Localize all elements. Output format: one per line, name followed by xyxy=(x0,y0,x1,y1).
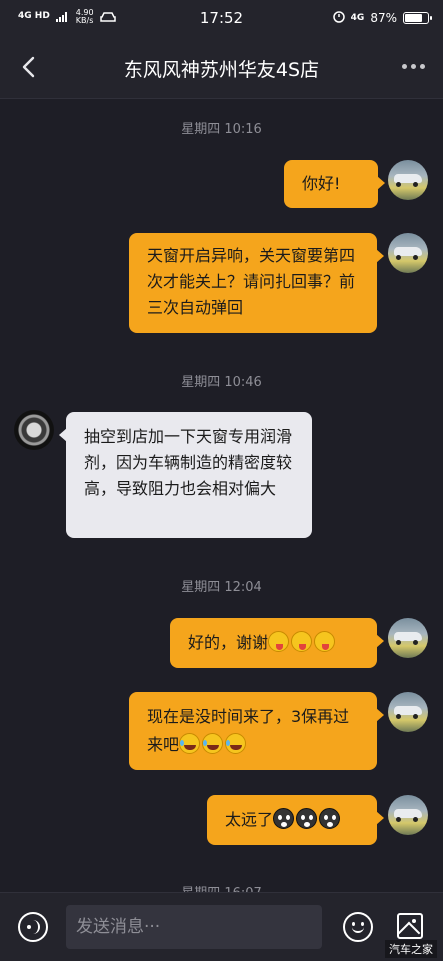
status-bar: 4G HD 4.90 KB/s 17:52 4G 87% xyxy=(0,0,443,36)
status-right: 4G 87% xyxy=(332,9,432,26)
tongue-emoji-icon xyxy=(314,631,336,652)
message-bubble-out[interactable]: 现在是没时间来了，3保再过来吧 xyxy=(129,692,384,770)
tongue-emoji-icon xyxy=(291,631,313,652)
dealer-avatar[interactable] xyxy=(14,410,54,450)
user-avatar[interactable] xyxy=(388,233,428,273)
laugh-cry-emoji-icon xyxy=(225,733,247,754)
message-bubble-out[interactable]: 太远了 xyxy=(207,795,384,845)
user-avatar[interactable] xyxy=(388,795,428,835)
message-input[interactable] xyxy=(66,905,322,949)
laugh-cry-emoji-icon xyxy=(202,733,224,754)
chat-header: 东风风神苏州华友4S店 xyxy=(0,36,443,99)
emoji-icon[interactable] xyxy=(343,912,373,942)
timestamp: 星期四 10:46 xyxy=(181,375,262,390)
tongue-emoji-icon xyxy=(268,631,290,652)
timestamp: 星期四 12:04 xyxy=(181,580,262,595)
more-button[interactable] xyxy=(402,64,425,69)
message-bubble-in[interactable]: 抽空到店加一下天窗专用润滑剂，因为车辆制造的精密度较高，导致阻力也会相对偏大 xyxy=(59,412,312,538)
battery-percent: 87% xyxy=(370,10,397,25)
chat-title: 东风风神苏州华友4S店 xyxy=(123,59,320,81)
fear-emoji-icon xyxy=(296,808,318,829)
user-avatar[interactable] xyxy=(388,618,428,658)
message-bubble-out[interactable]: 好的，谢谢 xyxy=(170,618,384,668)
user-avatar[interactable] xyxy=(388,160,428,200)
battery-icon xyxy=(403,11,432,24)
user-avatar[interactable] xyxy=(388,692,428,732)
alarm-icon xyxy=(332,9,345,26)
image-icon[interactable] xyxy=(397,913,423,939)
network-type: 4G xyxy=(350,12,365,23)
message-bubble-out[interactable]: 你好! xyxy=(284,160,385,208)
message-bubble-out[interactable]: 天窗开启异响，关天窗要第四次才能关上？请问扎回事？前三次自动弹回 xyxy=(129,233,384,333)
voice-icon[interactable] xyxy=(18,912,48,942)
input-bar xyxy=(0,892,443,961)
timestamp: 星期四 10:16 xyxy=(181,122,262,137)
fear-emoji-icon xyxy=(273,808,295,829)
laugh-cry-emoji-icon xyxy=(179,733,201,754)
more-dots-icon xyxy=(402,64,407,69)
watermark: 汽车之家 xyxy=(385,940,437,958)
fear-emoji-icon xyxy=(319,808,341,829)
